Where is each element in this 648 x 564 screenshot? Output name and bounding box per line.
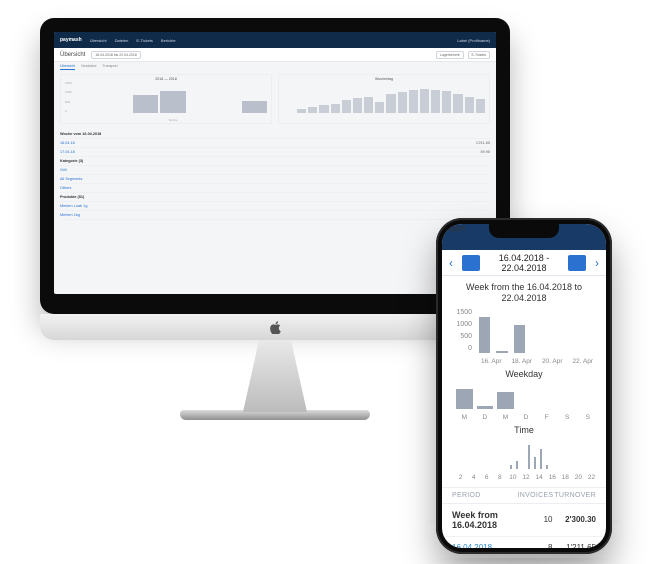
prev-period-button[interactable]: ‹ <box>442 256 460 270</box>
section-period-head: Woche vom 16.04.2018 <box>60 130 490 139</box>
desktop-report-sections: Woche vom 16.04.2018 16.04.181'211.65 17… <box>54 128 496 222</box>
desktop-app: paymash Übersicht Dateien E-Tickets Beri… <box>54 32 496 294</box>
table-row: Others <box>60 184 490 193</box>
table-row: All Segments <box>60 175 490 184</box>
tab-transport[interactable]: Transport <box>102 64 117 70</box>
pill-etickets[interactable]: E-Tickets <box>468 51 490 59</box>
mobile-time-chart: 246810121416182022 <box>450 437 598 481</box>
nav-item-files[interactable]: Dateien <box>115 38 129 43</box>
desktop-top-nav: paymash Übersicht Dateien E-Tickets Beri… <box>54 32 496 48</box>
table-row: Merken 1kg <box>60 211 490 220</box>
table-row: 17.04.1859.95 <box>60 148 490 157</box>
nav-item-reports[interactable]: Berichte <box>161 38 176 43</box>
table-row: Merken Loab 1g <box>60 202 490 211</box>
date-range-picker[interactable]: 16.04.2018 bis 22.04.2018 <box>91 51 140 59</box>
weekday-section-label: Weekday <box>442 369 606 379</box>
table-row: 16.04.181'211.65 <box>60 139 490 148</box>
table-row: Grill <box>60 166 490 175</box>
y-axis: 150010005000 <box>450 309 472 353</box>
chart-week: 2018 — 2018 150010005000 Woche <box>60 74 272 124</box>
table-row[interactable]: 16.04.201881'211.65 <box>442 537 606 548</box>
mobile-main-chart: 150010005000 16. Apr18. Apr20. Apr22. Ap… <box>450 309 598 365</box>
export-button[interactable]: Export <box>442 224 465 233</box>
imac-stand <box>225 340 325 412</box>
desktop-tabs: Übersicht Nordwind Transport <box>54 62 496 72</box>
nav-item-etickets[interactable]: E-Tickets <box>136 38 153 43</box>
time-section-label: Time <box>442 425 606 435</box>
table-row: Week from 16.04.2018102'300.30 <box>442 504 606 538</box>
section-products-head: Produkte (51) <box>60 193 490 202</box>
mobile-chart-title: Week from the 16.04.2018 to 22.04.2018 <box>442 276 606 307</box>
chart-weekday: Wochentag <box>278 74 490 124</box>
apple-logo-icon <box>270 321 281 334</box>
desktop-sub-bar: Übersicht 16.04.2018 bis 22.04.2018 Lage… <box>54 48 496 62</box>
page-title: Übersicht <box>60 52 85 58</box>
brand-logo: paymash <box>60 37 82 43</box>
iphone-device: Export ‹ 16.04.2018 - 22.04.2018 › Week … <box>436 218 612 554</box>
next-period-button[interactable]: › <box>588 256 606 270</box>
calendar-icon[interactable] <box>462 255 480 271</box>
section-category-head: Kategorie (3) <box>60 157 490 166</box>
desktop-charts: 2018 — 2018 150010005000 Woche Wochentag <box>54 72 496 128</box>
mobile-date-bar: ‹ 16.04.2018 - 22.04.2018 › <box>442 250 606 276</box>
mobile-weekday-chart: MDMDFSS <box>450 381 598 421</box>
date-range-label: 16.04.2018 - 22.04.2018 <box>482 253 566 273</box>
account-menu[interactable]: Label (Profilname) <box>457 38 490 43</box>
mobile-summary-table: PERIOD INVOICES TURNOVER Week from 16.04… <box>442 487 606 549</box>
calendar-icon[interactable] <box>568 255 586 271</box>
iphone-notch <box>489 224 559 238</box>
chart-week-sublabel: Woche <box>79 118 267 122</box>
nav-item-overview[interactable]: Übersicht <box>90 38 107 43</box>
chart-week-title: 2018 — 2018 <box>155 77 177 81</box>
chart-weekday-title: Wochentag <box>375 77 393 81</box>
table-header: PERIOD INVOICES TURNOVER <box>442 487 606 504</box>
tab-nordwind[interactable]: Nordwind <box>81 64 96 70</box>
pill-stock-report[interactable]: Lagerbericht <box>436 51 463 59</box>
mobile-app: Export ‹ 16.04.2018 - 22.04.2018 › Week … <box>442 224 606 548</box>
tab-overview[interactable]: Übersicht <box>60 64 75 70</box>
